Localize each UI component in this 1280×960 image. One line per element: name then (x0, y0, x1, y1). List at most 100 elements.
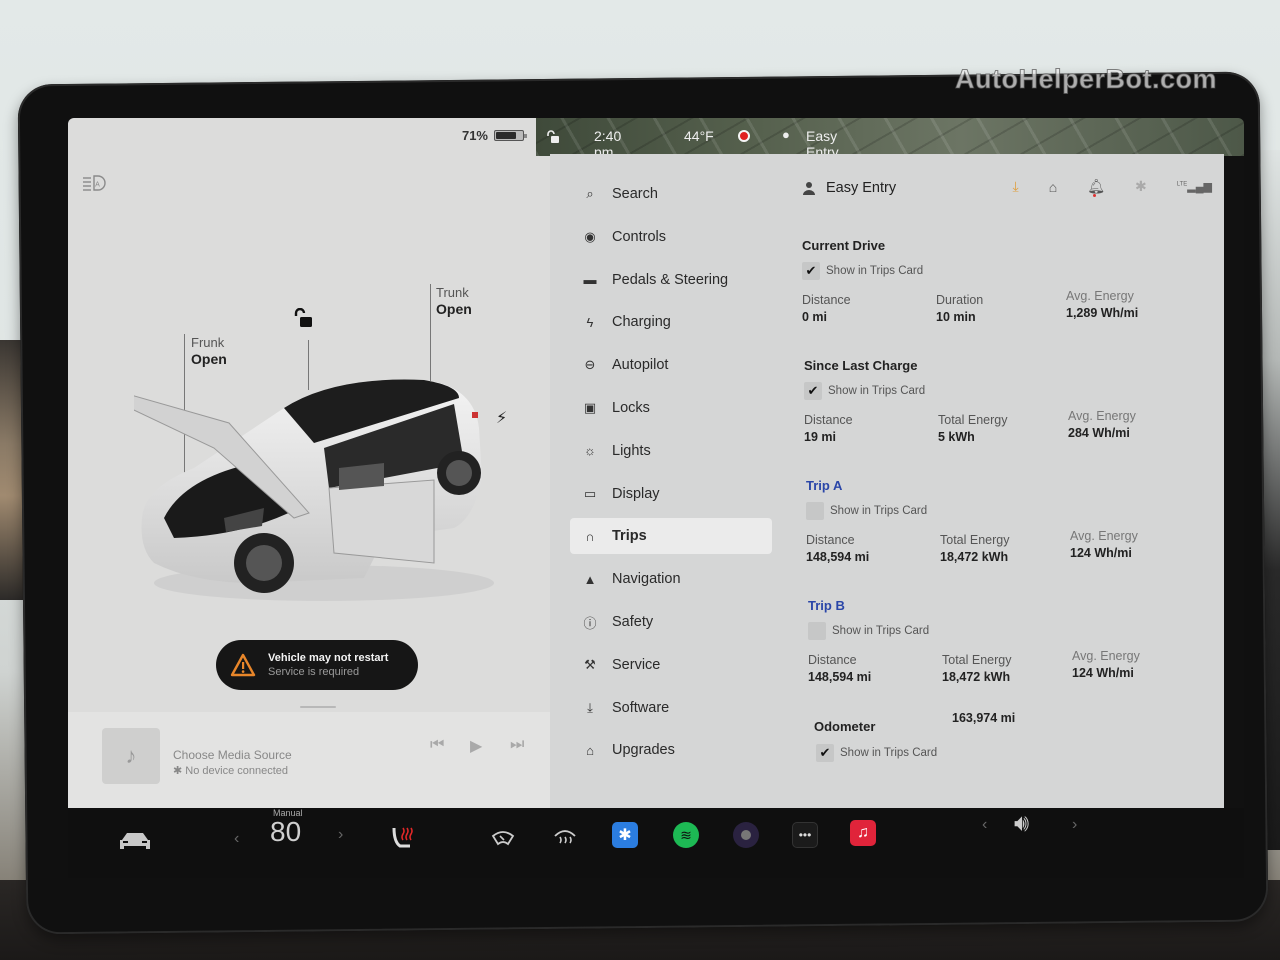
header-icons: ⤓ ⌂ 🔔︎ ✱ LTE▂▄▆ (1013, 178, 1212, 197)
toggle-icon: ◉ (584, 228, 596, 244)
car-icon[interactable] (118, 830, 152, 852)
menu-item-controls[interactable]: ◉ Controls (570, 219, 772, 255)
bluetooth-app-icon[interactable]: ✱ (612, 822, 638, 848)
battery-nub (524, 134, 527, 138)
show-in-trips-card-checkbox[interactable]: ✔ Show in Trips Card (802, 262, 923, 280)
navigation-icon: ▲ (583, 571, 597, 587)
volume-decrease-button[interactable]: ‹ (982, 816, 987, 834)
menu-item-locks[interactable]: ▣ Locks (570, 390, 772, 426)
outside-temperature: 44°F (684, 128, 714, 144)
menu-item-display[interactable]: ▭ Display (570, 476, 772, 512)
volume-increase-button[interactable]: › (1072, 816, 1077, 834)
download-icon: ⤓ (587, 699, 593, 715)
menu-item-service[interactable]: ⚒ Service (570, 647, 772, 683)
frunk-state: Open (191, 351, 227, 367)
bluetooth-icon[interactable]: ✱ (1135, 178, 1147, 195)
checkmark-icon: ✔ (807, 383, 819, 398)
menu-item-upgrades[interactable]: ⌂ Upgrades (570, 732, 772, 768)
stat-label: Avg. Energy (1066, 289, 1134, 303)
auto-headlight-icon[interactable]: A (82, 174, 110, 192)
media-drag-handle[interactable] (300, 706, 336, 708)
map-background[interactable]: 2:40 pm 44°F ● Easy Entry (536, 118, 1244, 160)
menu-item-autopilot[interactable]: ⊖ Autopilot (570, 347, 772, 383)
show-in-trips-card-checkbox[interactable]: Show in Trips Card (806, 502, 927, 520)
cabin-temperature[interactable]: 80 (270, 816, 301, 848)
checkbox-checked[interactable]: ✔ (816, 744, 834, 762)
service-alert[interactable]: Vehicle may not restart Service is requi… (216, 640, 418, 690)
menu-item-pedals-steering[interactable]: ▬ Pedals & Steering (570, 262, 772, 298)
spotify-icon[interactable]: ≋ (673, 822, 699, 848)
garage-icon[interactable]: ⌂ (1049, 179, 1057, 195)
checkbox-unchecked[interactable] (808, 622, 826, 640)
play-button[interactable]: ▶ (470, 736, 482, 756)
menu-item-label: Trips (612, 528, 647, 545)
unlocked-status-icon[interactable] (546, 130, 560, 144)
media-player: ♪ Choose Media Source ✱ No device connec… (68, 712, 550, 808)
wrench-icon: ⚒ (584, 656, 596, 672)
music-app-icon[interactable]: ♫ (850, 820, 876, 846)
odometer-label-text: Odometer (814, 719, 876, 734)
menu-item-software[interactable]: ⤓ Software (570, 690, 772, 726)
stat-label: Total Energy (938, 413, 1008, 427)
bell-icon[interactable]: 🔔︎ (1087, 178, 1105, 197)
next-track-button[interactable]: ⏭ (510, 736, 524, 754)
vehicle-render (134, 379, 494, 601)
charge-port-icon[interactable]: ⚡ (496, 408, 507, 428)
menu-item-label: Lights (612, 442, 651, 459)
menu-item-trips[interactable]: ∩ Trips (570, 518, 772, 555)
touchscreen: 71% A Frunk Open Trunk Open ⚡ Vehicle ma… (68, 118, 1244, 878)
checkbox-checked[interactable]: ✔ (804, 382, 822, 400)
odometer-value-text: 163,974 mi (952, 711, 1016, 725)
menu-item-search[interactable]: ⌕ Search (570, 176, 772, 212)
current-drive-stat-duration: Duration 10 min (936, 292, 983, 326)
trip-a-title[interactable]: Trip A (806, 478, 842, 493)
show-in-trips-card-checkbox[interactable]: Show in Trips Card (808, 622, 929, 640)
dashcam-record-icon[interactable] (738, 130, 750, 142)
stat-label: Avg. Energy (1068, 409, 1136, 423)
driver-profile[interactable]: Easy Entry (802, 180, 896, 196)
person-icon (803, 182, 815, 195)
trunk-label[interactable]: Trunk Open (436, 284, 472, 318)
media-source[interactable]: Choose Media Source (173, 748, 292, 762)
show-in-trips-card-checkbox[interactable]: ✔ Show in Trips Card (816, 744, 937, 762)
current-drive-title: Current Drive (802, 238, 886, 253)
profile-icon: ● (782, 127, 790, 142)
menu-item-label: Locks (612, 400, 650, 416)
temperature-increase-button[interactable]: › (338, 826, 343, 844)
media-device-status: ✱ No device connected (173, 764, 288, 777)
more-apps-icon[interactable]: ••• (792, 822, 818, 848)
rear-defrost-icon[interactable] (552, 826, 578, 848)
trip-b-title[interactable]: Trip B (808, 598, 845, 613)
stat-label: Avg. Energy (1072, 649, 1140, 663)
menu-item-charging[interactable]: ϟ Charging (570, 304, 772, 340)
profile-name: Easy Entry (826, 180, 897, 196)
unlocked-icon[interactable] (293, 308, 315, 330)
current-drive-stat-distance: Distance 0 mi (802, 292, 851, 326)
checkbox-unchecked[interactable] (806, 502, 824, 520)
current-drive-stat-avg-energy: Avg. Energy 1,289 Wh/mi (1066, 288, 1138, 322)
safety-icon: ⓘ (583, 615, 597, 631)
front-defrost-icon[interactable] (490, 828, 516, 848)
warning-icon (230, 653, 256, 677)
temperature-decrease-button[interactable]: ‹ (234, 830, 239, 848)
album-art-placeholder[interactable]: ♪ (102, 728, 160, 784)
since-last-charge-stat-total-energy: Total Energy 5 kWh (938, 412, 1007, 446)
camera-icon[interactable] (733, 822, 759, 848)
download-icon[interactable]: ⤓ (1013, 178, 1019, 195)
light-icon: ☼ (584, 443, 596, 459)
previous-track-button[interactable]: ⏮ (430, 736, 444, 754)
seat-heater-icon[interactable] (390, 824, 416, 850)
frunk-label[interactable]: Frunk Open (191, 334, 227, 368)
menu-item-navigation[interactable]: ▲ Navigation (570, 561, 772, 597)
volume-icon[interactable]: 🔊︎ (1014, 810, 1029, 838)
stat-value: 124 Wh/mi (1070, 546, 1132, 560)
trip-a-stat-total-energy: Total Energy 18,472 kWh (940, 532, 1009, 566)
menu-item-lights[interactable]: ☼ Lights (570, 433, 772, 469)
show-in-trips-card-checkbox[interactable]: ✔ Show in Trips Card (804, 382, 925, 400)
menu-item-safety[interactable]: ⓘ Safety (570, 604, 772, 640)
stat-value: 148,594 mi (806, 550, 870, 564)
checkbox-checked[interactable]: ✔ (802, 262, 820, 280)
menu-item-label: Upgrades (612, 742, 675, 759)
lte-label: LTE (1176, 181, 1188, 188)
since-last-charge-stat-avg-energy: Avg. Energy 284 Wh/mi (1068, 408, 1136, 442)
